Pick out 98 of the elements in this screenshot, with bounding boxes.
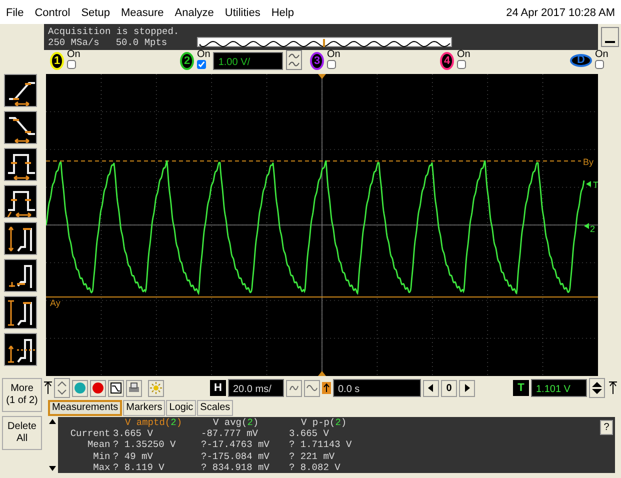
- row-label: Mean: [86, 439, 112, 451]
- trigger-position-icon: [322, 382, 331, 394]
- sample-rate: 250 MSa/s: [48, 37, 100, 48]
- horizontal-badge: H: [210, 380, 226, 396]
- measurement-value: 3.665 V: [289, 428, 330, 440]
- tab[interactable]: Markers: [123, 400, 166, 416]
- measurement-value: -87.777 mV: [201, 428, 260, 440]
- measurement-value: ? 834.918 mV: [201, 462, 270, 473]
- measure-tool-button[interactable]: [4, 148, 37, 181]
- trigger-level-marker[interactable]: [586, 181, 591, 187]
- cursor-line[interactable]: [46, 160, 582, 162]
- scroll-down-icon: [48, 465, 57, 473]
- row-label: Max: [92, 462, 112, 473]
- single-button[interactable]: [108, 380, 124, 396]
- on-label: On: [595, 50, 608, 60]
- menu-item[interactable]: Utilities: [224, 6, 260, 24]
- measurement-value: ? 1.71143 V: [289, 439, 353, 451]
- single-icon: [110, 382, 122, 394]
- column-header[interactable]: V p-p(2): [289, 417, 377, 428]
- channel-checkbox[interactable]: [67, 60, 76, 69]
- date-time: 24 Apr 2017 10:28 AM: [506, 6, 615, 21]
- trigger-badge: T: [513, 380, 529, 396]
- cursor-label: By: [583, 157, 594, 167]
- minimize-button[interactable]: [601, 27, 619, 47]
- menu-item[interactable]: Help: [271, 6, 294, 24]
- scale-fine-button[interactable]: [286, 380, 302, 396]
- marker-up-icon: [44, 380, 52, 395]
- measurement-value: ? 221 mV: [289, 450, 336, 462]
- channel-checkbox[interactable]: [197, 60, 206, 69]
- channel-checkbox[interactable]: [327, 60, 336, 69]
- delete-all-button[interactable]: Delete All: [2, 416, 42, 450]
- cursor-label: Ay: [50, 298, 60, 308]
- on-label: On: [457, 50, 470, 60]
- scale-wave-icon: [306, 382, 318, 394]
- channel-checkbox[interactable]: [595, 60, 604, 69]
- measure-tool-button[interactable]: [4, 111, 37, 144]
- measurement-value: 3.665 V: [113, 428, 154, 440]
- delay-value: 0: [441, 380, 457, 396]
- print-icon: [128, 382, 140, 394]
- channel-badge[interactable]: 2: [180, 52, 194, 70]
- measurement-value: ?-175.084 mV: [201, 450, 270, 462]
- row-label: Current: [69, 428, 112, 440]
- measurement-value: ? 1.35250 V: [113, 439, 177, 451]
- menu-item[interactable]: Control: [34, 6, 70, 24]
- tab[interactable]: Logic: [166, 400, 196, 416]
- position-field[interactable]: 0.0 s: [333, 379, 421, 397]
- menu-item[interactable]: Analyze: [174, 6, 214, 24]
- measure-tool-button[interactable]: [4, 296, 37, 329]
- spin-arrows-icon: [591, 380, 603, 396]
- on-label: On: [327, 50, 340, 60]
- trigger-marker-label: T: [593, 180, 598, 190]
- help-button[interactable]: ?: [600, 420, 613, 435]
- stop-icon: [92, 382, 104, 394]
- trigger-level-field[interactable]: 1.101 V: [531, 379, 587, 397]
- run-icon: [74, 382, 86, 394]
- time-scale-field[interactable]: 20.0 ms/: [228, 379, 284, 397]
- measurement-value: ?-17.4763 mV: [201, 439, 270, 451]
- brightness-button[interactable]: [148, 380, 164, 396]
- column-header[interactable]: V avg(2): [201, 417, 289, 428]
- channel-badge[interactable]: 3: [310, 52, 324, 70]
- delay-right-button[interactable]: [459, 380, 475, 396]
- print-button[interactable]: [126, 380, 142, 396]
- measurement-value: ? 8.082 V: [289, 462, 342, 473]
- scale-wave-button[interactable]: [304, 380, 320, 396]
- marker-up-icon: [609, 380, 617, 395]
- memory-depth: 50.0 Mpts: [116, 37, 168, 48]
- spin-button[interactable]: [589, 378, 605, 398]
- measurement-value: ? 49 mV: [113, 450, 154, 462]
- channel-ground-marker[interactable]: [584, 223, 589, 229]
- trigger-position-icon: [318, 74, 326, 79]
- column-header[interactable]: V amptd(2): [113, 417, 201, 428]
- measure-tool-button[interactable]: [4, 222, 37, 255]
- measure-tool-button[interactable]: [4, 259, 37, 292]
- channel-badge[interactable]: 1: [50, 52, 64, 70]
- brightness-icon: [150, 382, 162, 394]
- channel-checkbox[interactable]: [457, 60, 466, 69]
- delay-left-button[interactable]: [423, 380, 439, 396]
- menu-item[interactable]: Setup: [81, 6, 110, 24]
- more-button[interactable]: More (1 of 2): [2, 378, 42, 412]
- menu-item[interactable]: File: [6, 6, 24, 24]
- channel-badge[interactable]: 4: [440, 52, 454, 70]
- tab[interactable]: Scales: [197, 400, 234, 416]
- row-label: Min: [92, 450, 112, 462]
- acquisition-status: Acquisition is stopped.: [48, 26, 180, 37]
- menu-item[interactable]: Measure: [120, 6, 164, 24]
- scale-field[interactable]: 1.00 V/: [213, 52, 284, 70]
- on-label: On: [197, 50, 210, 60]
- measure-tool-button[interactable]: [4, 74, 37, 107]
- tab[interactable]: Measurements: [48, 400, 122, 416]
- measurement-value: ? 8.119 V: [113, 462, 166, 473]
- wave-toggle[interactable]: [286, 50, 302, 70]
- channel-marker-label: 2: [590, 224, 596, 234]
- trigger-position-icon: [318, 371, 326, 376]
- stop-button[interactable]: [90, 380, 106, 396]
- on-label: On: [67, 50, 80, 60]
- measure-tool-button[interactable]: [4, 185, 37, 218]
- measure-tool-button[interactable]: [4, 333, 37, 366]
- spin-arrows-icon: [56, 380, 68, 396]
